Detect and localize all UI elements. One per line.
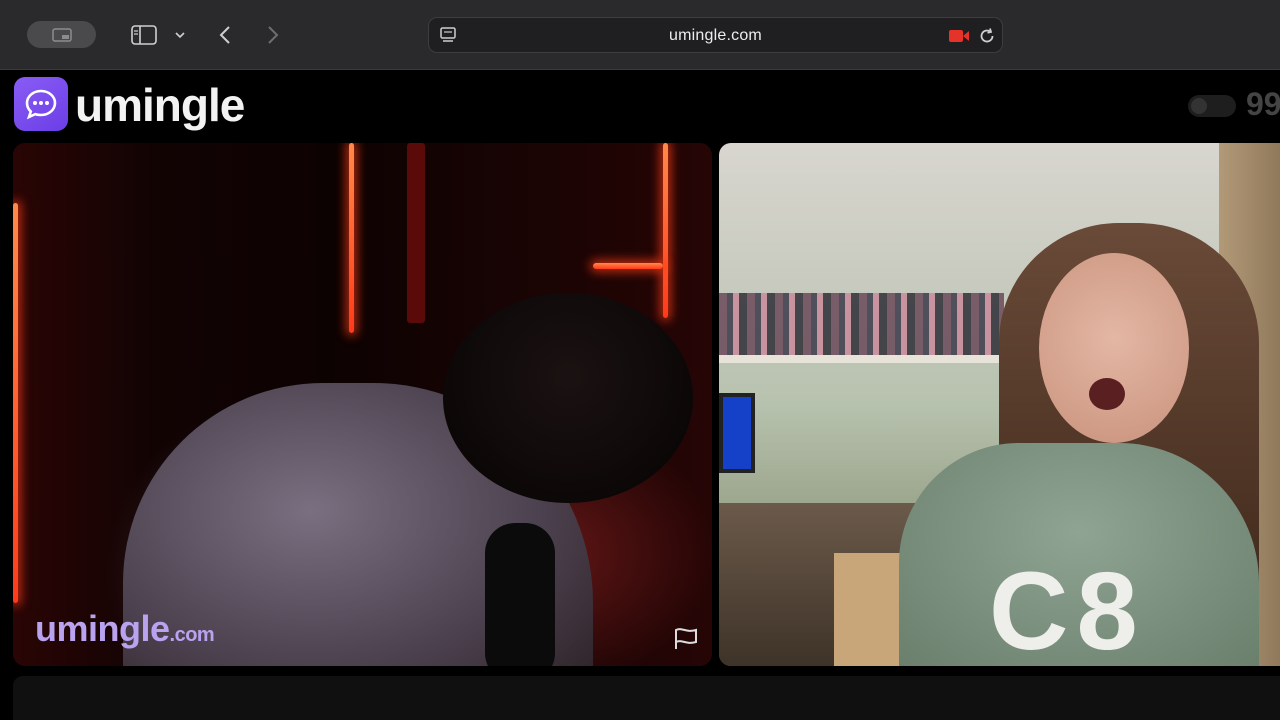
reload-icon[interactable] — [977, 26, 997, 46]
tab-overview-icon — [51, 27, 72, 42]
person-mouth — [1089, 378, 1125, 410]
chevron-right-icon — [268, 26, 279, 44]
watermark-suffix: .com — [169, 624, 215, 646]
address-bar[interactable]: umingle.com — [428, 17, 1003, 53]
local-video: C8 — [719, 143, 1280, 666]
online-count: 99 — [1246, 86, 1280, 122]
browser-toolbar: umingle.com — [0, 0, 1280, 70]
led-strip — [663, 143, 668, 318]
toggle-knob — [1191, 98, 1207, 114]
wall-panel — [407, 143, 425, 323]
back-button[interactable] — [214, 20, 236, 50]
sweater-print: C8 — [989, 550, 1146, 666]
report-button[interactable] — [673, 627, 699, 656]
sidebar-toggle-button[interactable] — [130, 20, 158, 50]
person-head — [443, 293, 693, 503]
sidebar-menu-button[interactable] — [172, 20, 188, 50]
led-strip — [13, 203, 18, 603]
theme-toggle[interactable] — [1188, 95, 1236, 117]
monitor — [719, 393, 755, 473]
remote-video: umingle.com — [13, 143, 712, 666]
person-face — [1039, 253, 1189, 443]
microphone — [485, 523, 555, 666]
logo[interactable] — [14, 77, 68, 131]
chevron-down-icon — [175, 32, 185, 39]
video-watermark: umingle.com — [35, 608, 215, 650]
chat-area[interactable] — [13, 676, 1280, 720]
chevron-left-icon — [219, 26, 230, 44]
flag-icon — [675, 628, 697, 649]
led-strip — [593, 263, 663, 269]
sidebar-icon — [131, 25, 157, 45]
site-header: umingle 99 — [0, 70, 1280, 142]
tab-overview-button[interactable] — [27, 21, 96, 48]
watermark-main: umingle — [35, 608, 170, 649]
chat-bubble-icon — [25, 89, 57, 120]
logo-text[interactable]: umingle — [75, 78, 245, 132]
bookshelf-books — [719, 293, 1004, 355]
led-strip — [349, 143, 354, 333]
url-text[interactable]: umingle.com — [429, 27, 1002, 45]
forward-button[interactable] — [262, 20, 284, 50]
camera-recording-icon[interactable] — [948, 28, 970, 44]
shelf — [719, 355, 1009, 363]
